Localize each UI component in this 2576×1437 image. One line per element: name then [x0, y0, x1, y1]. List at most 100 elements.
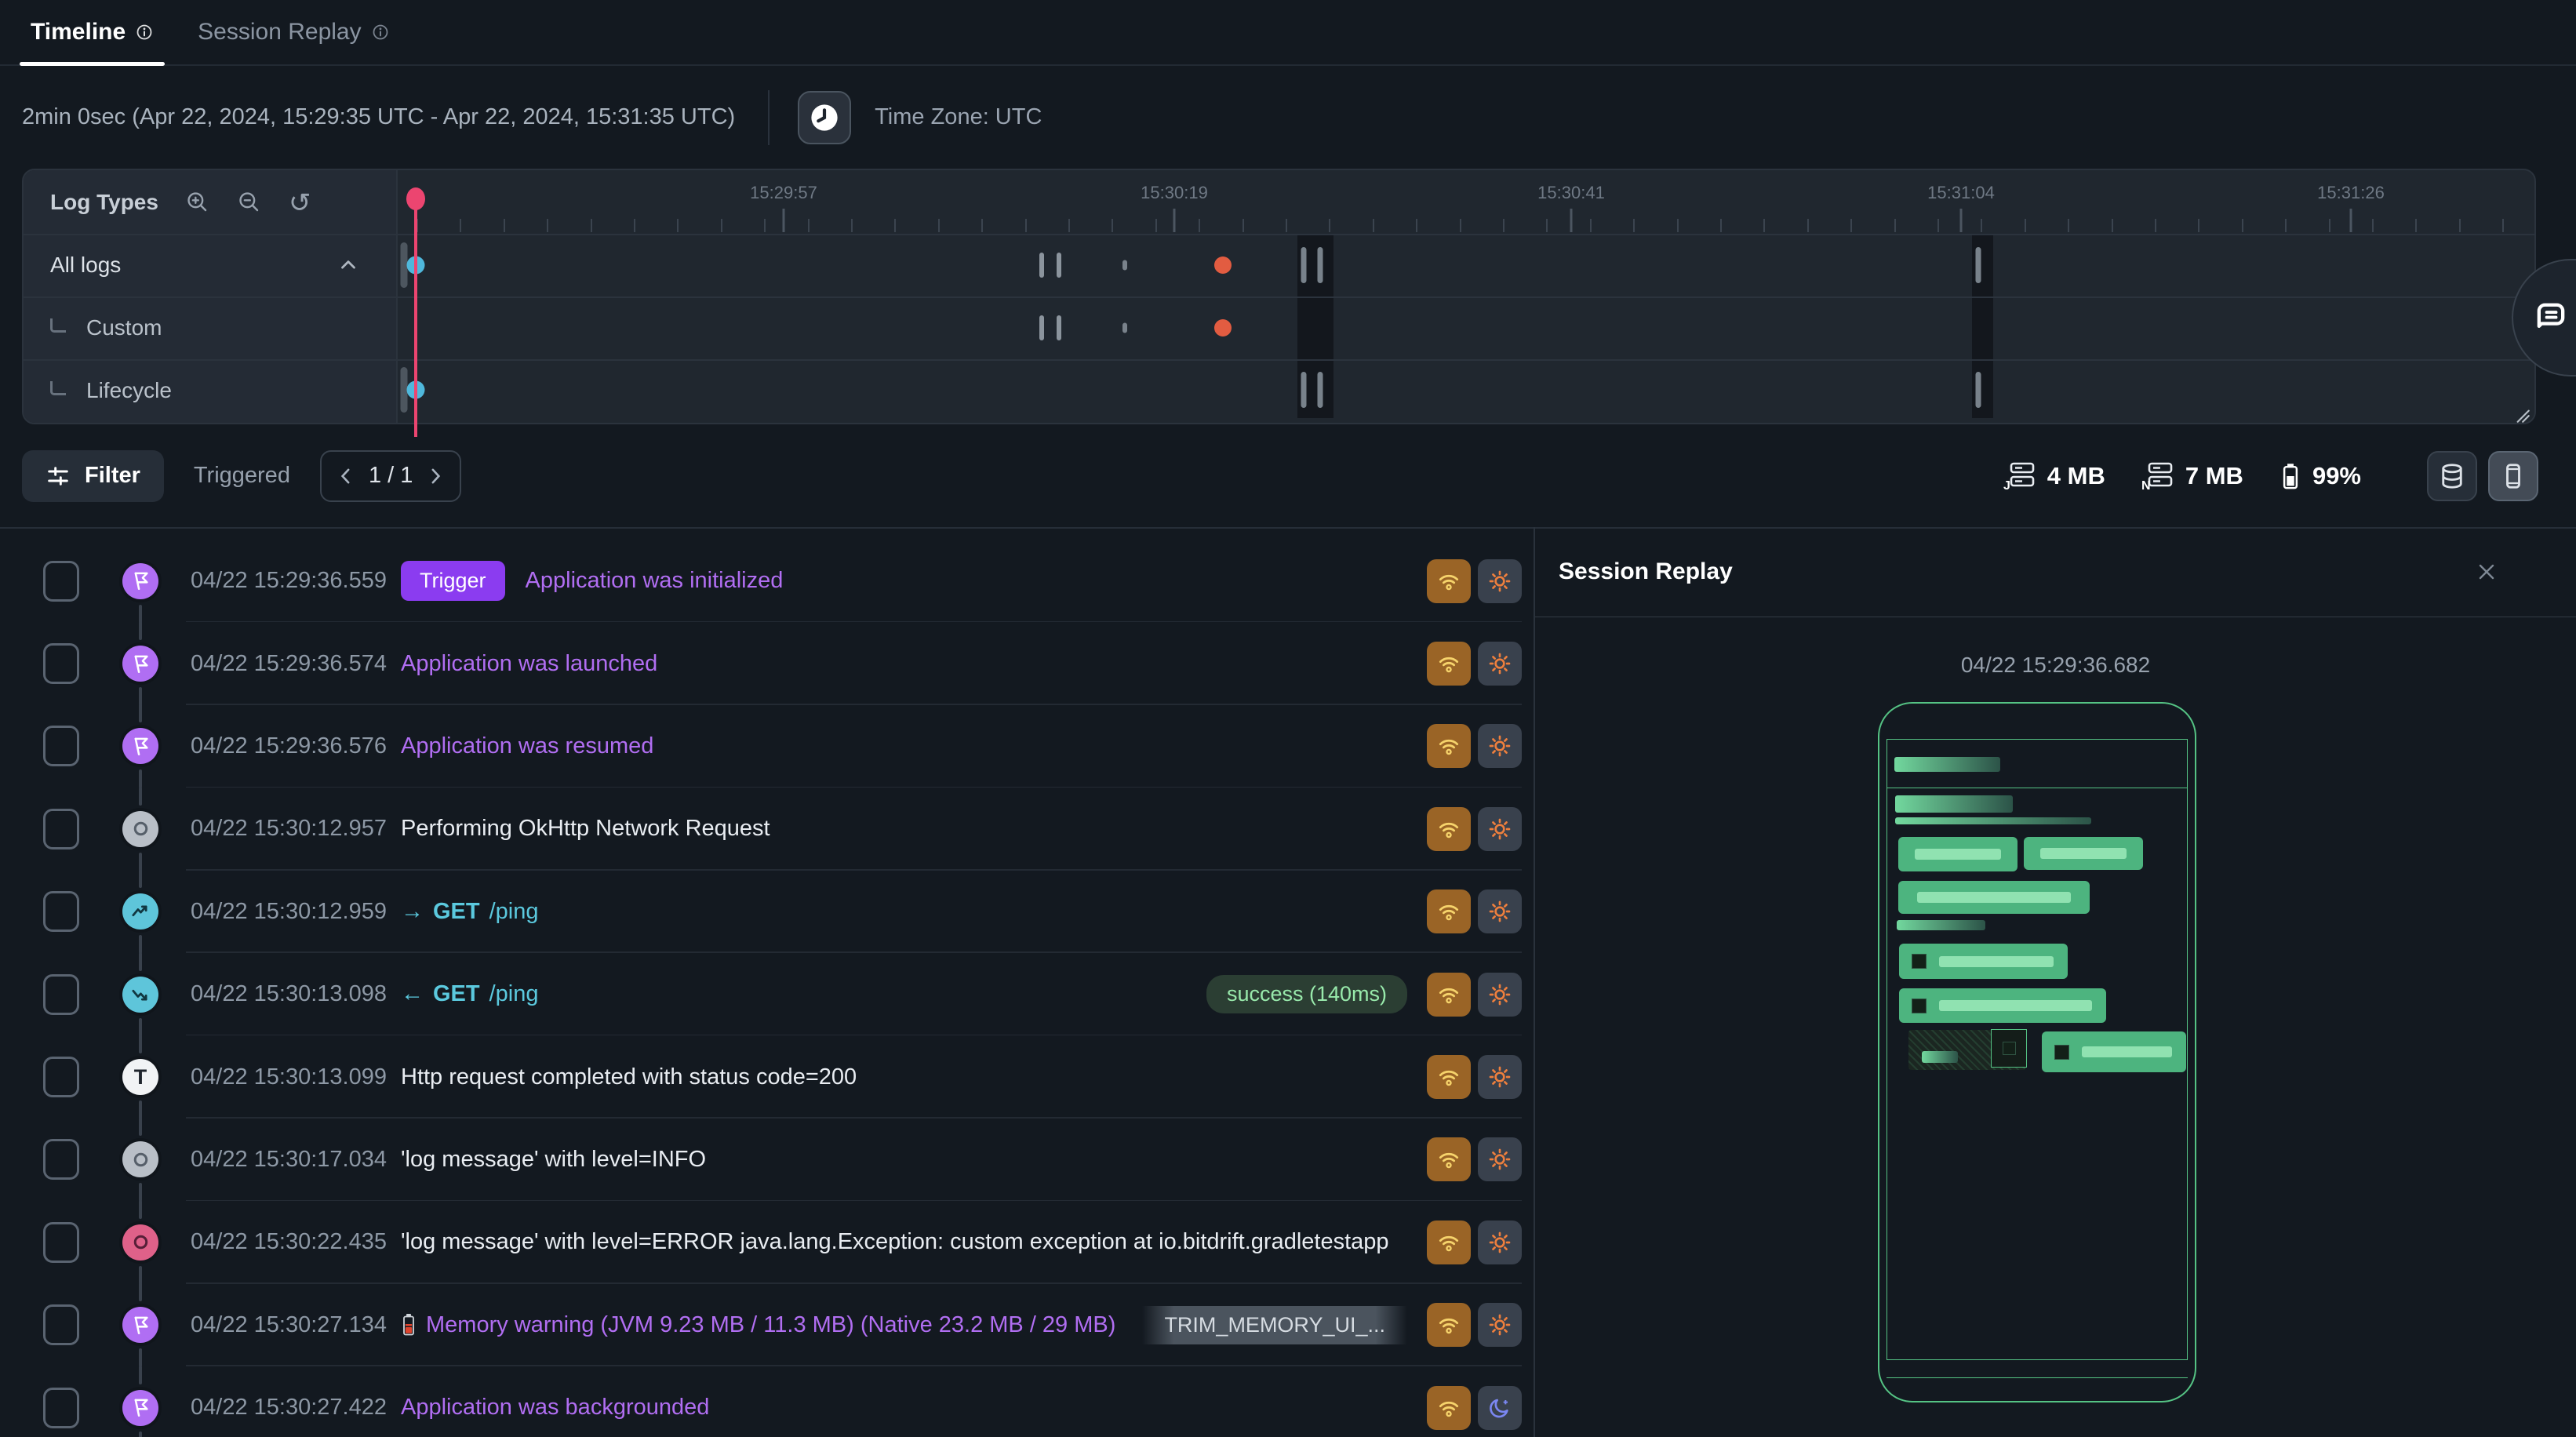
lifecycle-icon: [122, 728, 158, 764]
light-mode-button[interactable]: [1478, 559, 1522, 603]
row-checkbox[interactable]: [43, 1304, 79, 1345]
row-checkbox[interactable]: [43, 643, 79, 684]
reset-zoom-icon[interactable]: ↺: [289, 190, 314, 215]
log-row[interactable]: T04/22 15:30:13.099Http request complete…: [0, 1035, 1534, 1118]
network-state-button[interactable]: [1427, 559, 1471, 603]
chart-row[interactable]: [398, 296, 2534, 359]
row-checkbox[interactable]: [43, 974, 79, 1015]
zoom-out-icon[interactable]: [237, 190, 262, 215]
row-checkbox[interactable]: [43, 891, 79, 932]
log-message: 'log message' with level=INFO: [401, 1147, 1420, 1173]
zoom-in-icon[interactable]: [185, 190, 210, 215]
log-row[interactable]: 04/22 15:30:27.422Application was backgr…: [0, 1366, 1534, 1437]
tab-timeline[interactable]: Timeline: [20, 0, 165, 64]
network-state-button[interactable]: [1427, 642, 1471, 686]
row-checkbox[interactable]: [43, 1222, 79, 1263]
light-mode-button[interactable]: [1478, 1137, 1522, 1181]
chart-row[interactable]: [398, 234, 2534, 296]
row-checkbox[interactable]: [43, 561, 79, 602]
log-row[interactable]: 04/22 15:29:36.559TriggerApplication was…: [0, 540, 1534, 622]
app-root: Timeline Session Replay 2min 0sec (Apr 2…: [0, 0, 2576, 1437]
log-timestamp: 04/22 15:30:22.435: [191, 1229, 401, 1255]
svg-text:N: N: [2141, 479, 2151, 491]
status-badge: TRIM_MEMORY_UI_...: [1142, 1306, 1407, 1344]
log-message: ←GET/ping: [401, 981, 1206, 1007]
light-mode-button[interactable]: [1478, 1303, 1522, 1347]
log-types-header: Log Types ↺: [24, 170, 396, 234]
network-state-button[interactable]: [1427, 724, 1471, 768]
network-state-button[interactable]: [1427, 1303, 1471, 1347]
log-icon-cell: [122, 728, 158, 764]
info-icon[interactable]: [135, 23, 154, 42]
timezone-button[interactable]: [798, 91, 851, 144]
log-row[interactable]: 04/22 15:30:12.957Performing OkHttp Netw…: [0, 788, 1534, 870]
network-state-button[interactable]: [1427, 1221, 1471, 1264]
log-message: Performing OkHttp Network Request: [401, 816, 1420, 842]
next-page-button[interactable]: [424, 464, 447, 488]
trace-glyph: T: [134, 1065, 147, 1090]
database-view-toggle[interactable]: [2427, 451, 2477, 501]
replay-phone-frame: [1878, 702, 2196, 1402]
log-timestamp: 04/22 15:30:13.098: [191, 981, 401, 1007]
close-icon[interactable]: [2474, 559, 2499, 584]
log-row[interactable]: 04/22 15:30:13.098←GET/pingsuccess (140m…: [0, 953, 1534, 1035]
t-icon: T: [122, 1059, 158, 1095]
network-state-button[interactable]: [1427, 1386, 1471, 1430]
triggered-label: Triggered: [194, 463, 290, 489]
row-checkbox[interactable]: [43, 1057, 79, 1097]
filter-button[interactable]: Filter: [22, 450, 164, 502]
log-row[interactable]: 04/22 15:30:27.134Memory warning (JVM 9.…: [0, 1284, 1534, 1366]
log-row[interactable]: 04/22 15:30:12.959→GET/ping: [0, 871, 1534, 953]
log-icon-cell: [122, 1390, 158, 1426]
log-types-title: Log Types: [50, 190, 158, 215]
event-marker-microdot: [1122, 323, 1127, 333]
native-memory-icon: N: [2141, 461, 2174, 491]
dark-mode-button[interactable]: [1478, 1386, 1522, 1430]
light-mode-button[interactable]: [1478, 1221, 1522, 1264]
row-checkbox[interactable]: [43, 809, 79, 849]
prev-page-button[interactable]: [334, 464, 358, 488]
playhead-handle[interactable]: [406, 187, 425, 210]
log-timestamp: 04/22 15:29:36.559: [191, 568, 401, 594]
error-icon: [122, 1224, 158, 1261]
resize-grip[interactable]: [2511, 404, 2531, 424]
lifecycle-icon: [122, 563, 158, 599]
network-state-button[interactable]: [1427, 807, 1471, 851]
network-state-button[interactable]: [1427, 1055, 1471, 1099]
page-indicator: 1 / 1: [369, 463, 413, 489]
log-row[interactable]: 04/22 15:30:22.435'log message' with lev…: [0, 1201, 1534, 1283]
light-mode-button[interactable]: [1478, 807, 1522, 851]
row-checkbox[interactable]: [43, 726, 79, 766]
log-timestamp: 04/22 15:30:13.099: [191, 1064, 401, 1090]
chart-row[interactable]: [398, 359, 2534, 420]
battery-icon: [2279, 462, 2301, 490]
log-timestamp: 04/22 15:30:27.134: [191, 1312, 401, 1338]
log-type-row-lifecycle[interactable]: Lifecycle: [24, 359, 396, 422]
chevron-up-icon[interactable]: [337, 253, 360, 277]
info-icon[interactable]: [371, 23, 390, 42]
light-mode-button[interactable]: [1478, 642, 1522, 686]
native-memory-value: 7 MB: [2185, 462, 2243, 490]
log-row[interactable]: 04/22 15:29:36.576Application was resume…: [0, 705, 1534, 788]
playhead-line[interactable]: [414, 191, 417, 437]
log-type-row-all-logs[interactable]: All logs: [24, 234, 396, 296]
log-row[interactable]: 04/22 15:30:17.034'log message' with lev…: [0, 1119, 1534, 1201]
log-type-row-custom[interactable]: Custom: [24, 296, 396, 359]
light-mode-button[interactable]: [1478, 973, 1522, 1017]
network-state-button[interactable]: [1427, 973, 1471, 1017]
phone-view-toggle[interactable]: [2488, 451, 2538, 501]
filter-button-label: Filter: [85, 463, 140, 489]
net-out-icon: [122, 893, 158, 930]
network-state-button[interactable]: [1427, 889, 1471, 933]
log-icon-cell: [122, 811, 158, 847]
row-checkbox[interactable]: [43, 1388, 79, 1428]
database-icon: [2438, 462, 2466, 490]
row-checkbox[interactable]: [43, 1139, 79, 1180]
arrow-icon: ←: [401, 981, 424, 1007]
light-mode-button[interactable]: [1478, 889, 1522, 933]
network-state-button[interactable]: [1427, 1137, 1471, 1181]
light-mode-button[interactable]: [1478, 724, 1522, 768]
light-mode-button[interactable]: [1478, 1055, 1522, 1099]
log-row[interactable]: 04/22 15:29:36.574Application was launch…: [0, 622, 1534, 704]
tab-session-replay[interactable]: Session Replay: [187, 0, 400, 64]
